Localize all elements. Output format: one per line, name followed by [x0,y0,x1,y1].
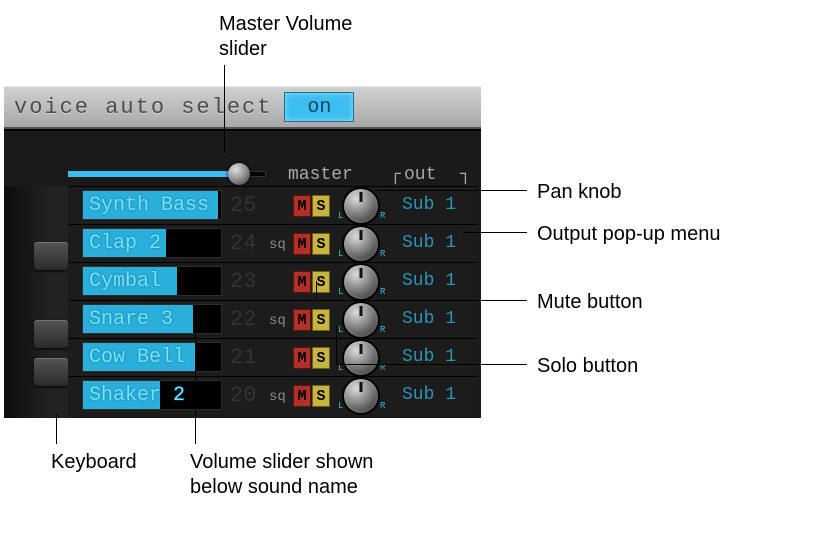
voice-number: 21 [230,345,256,370]
solo-button[interactable]: S [312,195,330,217]
out-bracket-l: ┌ [390,165,401,183]
callout-solo: Solo button [537,354,638,379]
bezel [4,129,481,159]
mute-button[interactable]: M [293,233,311,255]
callout-line [463,232,527,233]
solo-button[interactable]: S [312,233,330,255]
voice-name: Synth Bass [89,194,209,217]
output-popup[interactable]: Sub 1 [402,195,456,215]
voice-volume-slider[interactable]: Cow Bell [82,342,222,372]
master-label: master [288,165,353,185]
callout-line [336,364,527,365]
pan-l: L [338,211,343,221]
callout-line [224,65,225,153]
voice-row: Shaker 2 20 sq MSL R Sub 1 [68,376,477,414]
callout-line [316,281,317,301]
pan-r: R [380,287,385,297]
pan-r: R [380,249,385,259]
callout-mute: Mute button [537,290,643,315]
pan-knob[interactable] [344,189,378,223]
pan-r: R [380,211,385,221]
pan-l: L [338,287,343,297]
voice-row: Clap 2 24 sq MSL R Sub 1 [68,224,477,262]
voice-name: Clap 2 [89,232,161,255]
out-label: out [404,165,436,185]
callout-line [336,326,337,365]
voice-row: Cymbal 23 MSL R Sub 1 [68,262,477,300]
pan-knob[interactable] [344,303,378,337]
callout-volume-slider: Volume slider shown below sound name [190,450,373,500]
pan-knob[interactable] [344,379,378,413]
callout-output-menu: Output pop-up menu [537,222,720,247]
voice-name: Cymbal [89,270,161,293]
output-popup[interactable]: Sub 1 [402,271,456,291]
mute-button[interactable]: M [293,385,311,407]
sq-tag: sq [269,313,286,329]
pan-knob[interactable] [344,265,378,299]
voice-number: 25 [230,193,256,218]
voice-rows: Synth Bass25MSLRSub 1Clap 224sqMSLRSub 1… [68,186,477,418]
voice-number: 23 [230,269,256,294]
output-popup[interactable]: Sub 1 [402,309,456,329]
voice-number: 20 [230,383,256,408]
voice-row: Cow Bell21MSLRSub 1 [68,338,477,376]
callout-line [56,414,57,444]
callout-master-volume: Master Volume slider [219,12,352,62]
solo-button[interactable]: S [312,271,330,293]
callout-line [377,190,527,191]
header-strip: voice auto select on [4,86,481,129]
voice-volume-slider[interactable]: Shaker 2 [82,380,222,410]
voice-volume-slider[interactable]: Cymbal [82,266,222,296]
pan-l: L [338,249,343,259]
voice-volume-slider[interactable]: Clap 2 [82,228,222,258]
pan-knob[interactable] [344,341,378,375]
pan-l: L [338,325,343,335]
voice-row: Synth Bass 25 MSL R Sub 1 [68,186,477,224]
solo-button[interactable]: S [312,347,330,369]
out-bracket-r: ┐ [460,165,471,183]
pan-r: R [380,325,385,335]
voice-auto-select-toggle[interactable]: on [284,92,354,122]
callout-line [316,300,527,301]
mute-button[interactable]: M [293,271,311,293]
mute-button[interactable]: M [293,347,311,369]
solo-button[interactable]: S [312,385,330,407]
voice-number: 22 [230,307,256,332]
master-volume-thumb[interactable] [228,163,250,185]
pan-knob[interactable] [344,227,378,261]
black-key[interactable] [34,358,68,386]
pan-l: L [338,401,343,411]
sq-tag: sq [269,389,286,405]
black-key[interactable] [34,320,68,348]
voice-auto-select-label: voice auto select [14,95,272,120]
output-popup[interactable]: Sub 1 [402,385,456,405]
black-key[interactable] [34,242,68,270]
mute-button[interactable]: M [293,309,311,331]
voice-name: Snare 3 [89,308,173,331]
mute-button[interactable]: M [293,195,311,217]
callout-keyboard: Keyboard [51,450,137,475]
output-popup[interactable]: Sub 1 [402,233,456,253]
voice-volume-slider[interactable]: Synth Bass [82,190,222,220]
voice-volume-slider[interactable]: Snare 3 [82,304,222,334]
callout-line [195,330,196,444]
sq-tag: sq [269,237,286,253]
voice-name: Shaker 2 [89,384,185,407]
keyboard-column[interactable] [4,186,68,418]
callout-pan-knob: Pan knob [537,180,622,205]
voice-row: Snare 3 22 sq MSL R Sub 1 [68,300,477,338]
mixer-panel: voice auto select on master ┌ out ┐ Synt… [4,86,481,418]
voice-name: Cow Bell [89,346,185,369]
voice-number: 24 [230,231,256,256]
master-row: master ┌ out ┐ [42,159,475,187]
pan-r: R [380,401,385,411]
solo-button[interactable]: S [312,309,330,331]
